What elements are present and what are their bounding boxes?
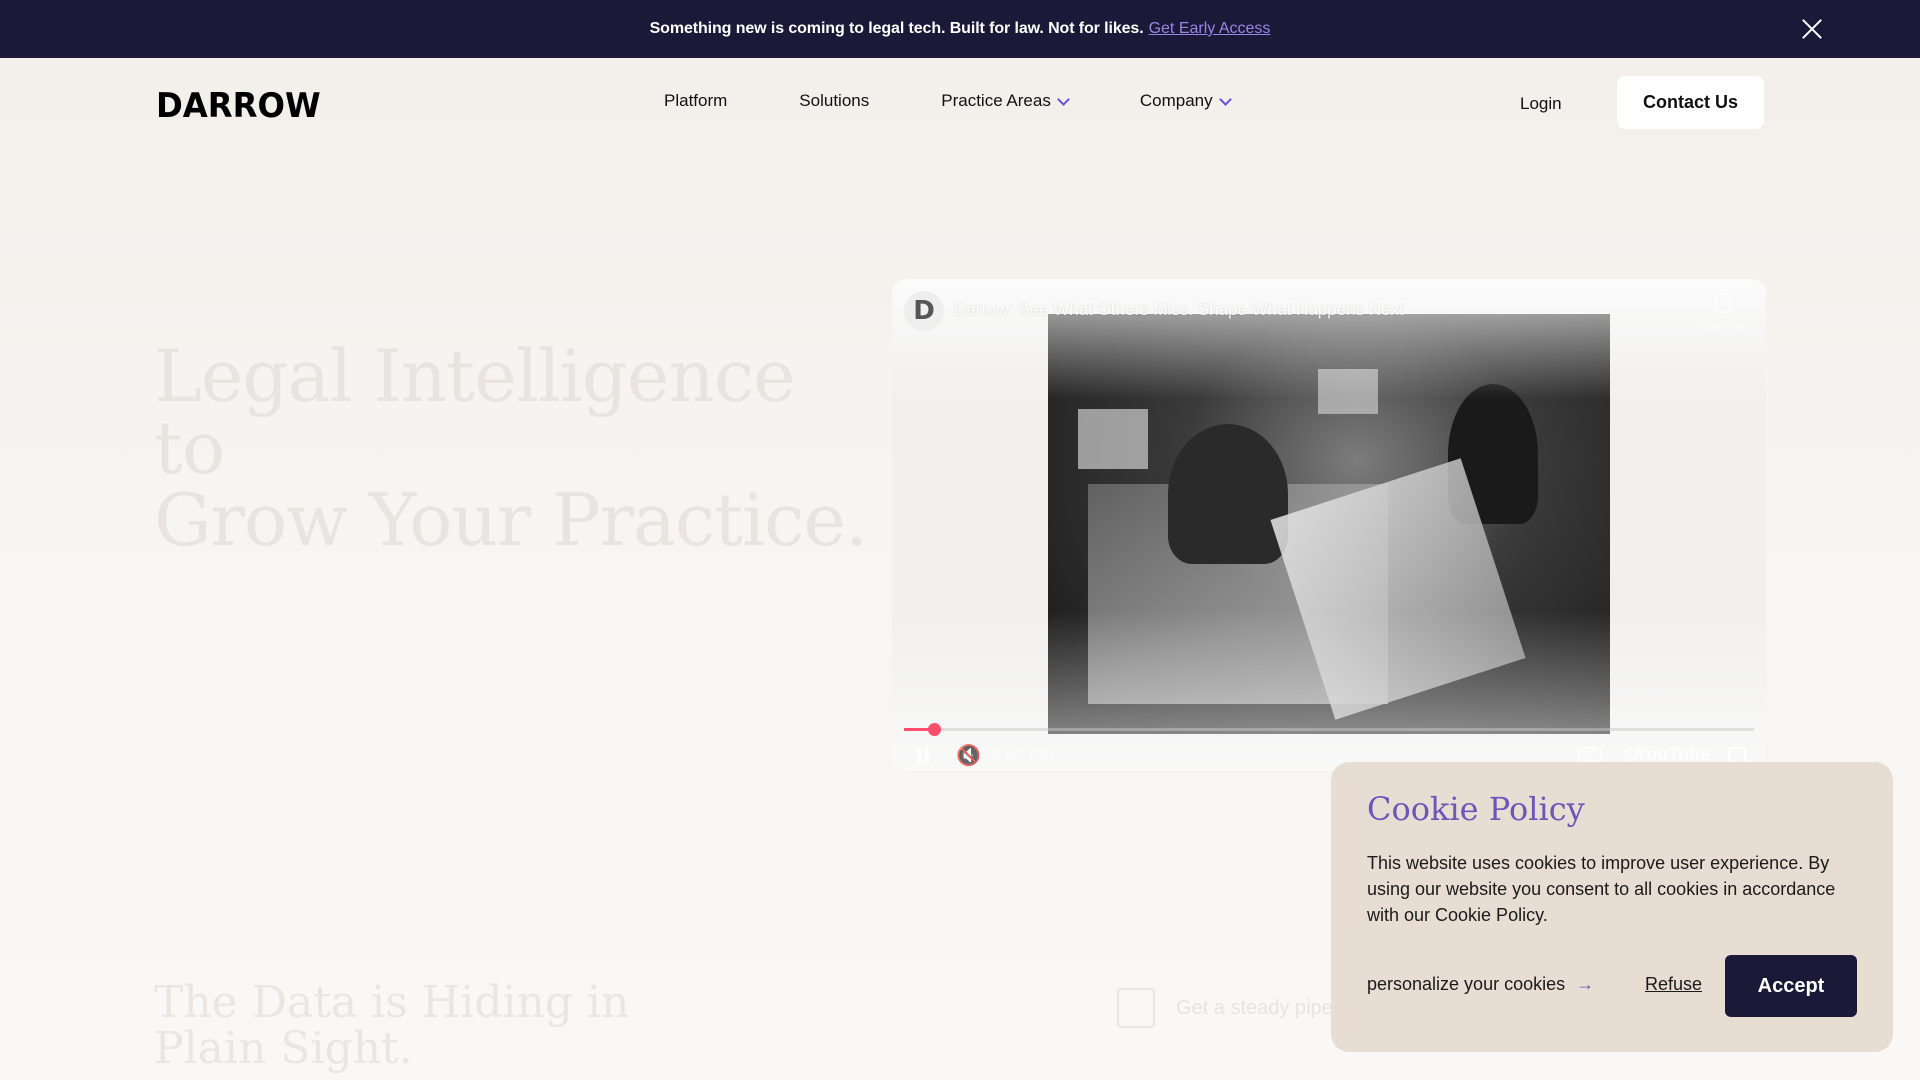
feature-text: Get a steady pipe <box>1176 997 1333 1019</box>
section-title-line2: Plain Sight. <box>154 1023 413 1074</box>
video-progress-bar[interactable] <box>904 723 1754 736</box>
section-title-line1: The Data is Hiding in <box>154 977 630 1028</box>
main-nav: DARROW Platform Solutions Practice Areas… <box>0 58 1920 148</box>
document-icon <box>1117 988 1155 1028</box>
darrow-logo[interactable]: DARROW <box>156 86 321 126</box>
accept-button[interactable]: Accept <box>1725 955 1857 1017</box>
nav-platform[interactable]: Platform <box>664 91 727 111</box>
refuse-button[interactable]: Refuse <box>1645 974 1702 995</box>
nav-links: Platform Solutions Practice Areas Compan… <box>664 91 1232 111</box>
hero-title-line2: Grow Your Practice. <box>154 478 868 562</box>
cookie-title: Cookie Policy <box>1367 790 1585 828</box>
nav-practice-areas-label: Practice Areas <box>941 91 1051 110</box>
login-link[interactable]: Login <box>1520 94 1562 114</box>
section-title: The Data is Hiding in Plain Sight. <box>154 980 674 1072</box>
get-early-access-link[interactable]: Get Early Access <box>1149 20 1271 38</box>
copy-link-label: Copy link <box>1698 319 1748 333</box>
hero-title-line1: Legal Intelligence to <box>154 334 796 490</box>
video-time: 0:18 / 1:28 <box>992 747 1054 762</box>
video-player[interactable]: D Darrow: See What Others Miss. Shape Wh… <box>892 279 1766 771</box>
personalize-cookies-link[interactable]: personalize your cookies → <box>1367 974 1594 995</box>
chevron-down-icon <box>1218 92 1232 106</box>
captions-button[interactable]: CC <box>1577 747 1602 762</box>
copy-icon <box>1715 293 1732 313</box>
progress-knob[interactable] <box>927 723 941 736</box>
nav-company[interactable]: Company <box>1139 91 1232 111</box>
hero-title: Legal Intelligence to Grow Your Practice… <box>154 340 874 556</box>
chevron-down-icon <box>1056 92 1070 106</box>
pause-icon[interactable] <box>916 747 930 763</box>
video-title[interactable]: Darrow: See What Others Miss. Shape What… <box>954 300 1404 320</box>
contact-us-button[interactable]: Contact Us <box>1617 76 1764 129</box>
announcement-banner: Something new is coming to legal tech. B… <box>0 0 1920 58</box>
banner-message: Something new is coming to legal tech. B… <box>649 20 1144 37</box>
nav-company-label: Company <box>1139 91 1213 110</box>
personalize-label: personalize your cookies <box>1367 974 1566 994</box>
channel-avatar[interactable]: D <box>904 291 944 331</box>
nav-practice-areas[interactable]: Practice Areas <box>941 91 1070 111</box>
nav-solutions[interactable]: Solutions <box>799 91 869 111</box>
muted-speaker-icon[interactable]: 🔇 <box>956 743 981 768</box>
cookie-body: This website uses cookies to improve use… <box>1367 853 1836 925</box>
nav-platform-label: Platform <box>664 91 728 110</box>
arrow-right-icon: → <box>1576 974 1595 994</box>
nav-solutions-label: Solutions <box>799 91 870 110</box>
cookie-policy-dialog: Cookie Policy This website uses cookies … <box>1331 762 1893 1052</box>
copy-link-button[interactable]: Copy link <box>1699 293 1748 333</box>
close-icon[interactable] <box>1800 17 1824 41</box>
